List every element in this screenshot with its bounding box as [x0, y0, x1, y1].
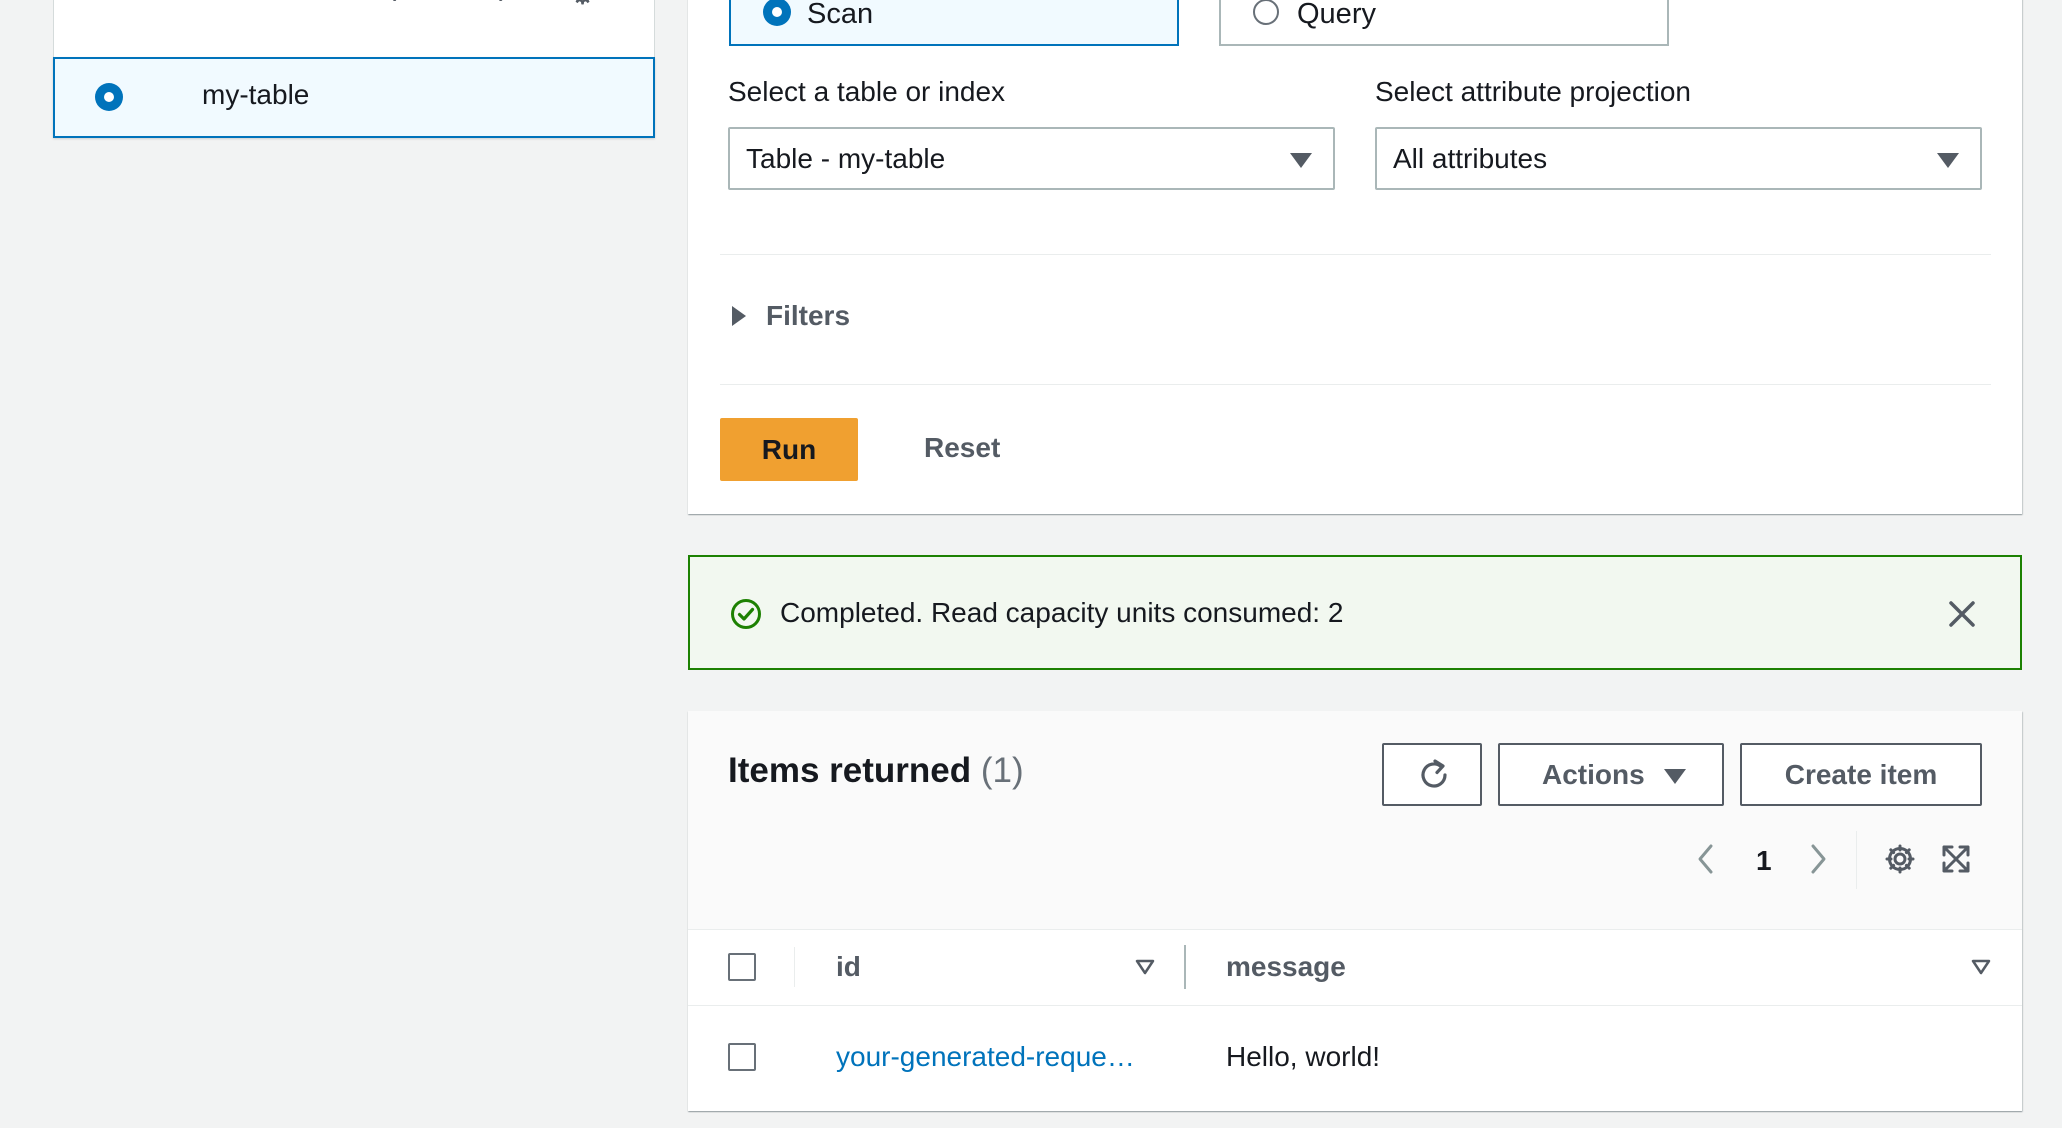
check-circle-icon [731, 599, 761, 629]
refresh-icon [1421, 759, 1447, 788]
caret-right-icon [732, 306, 746, 326]
scan-radio[interactable] [763, 0, 791, 26]
scan-label: Scan [807, 0, 874, 30]
close-icon[interactable] [1945, 597, 1979, 631]
refresh-button[interactable] [1382, 743, 1482, 806]
scan-query-panel: Scan Query Select a table or index Table… [688, 0, 2022, 514]
caret-down-icon [1664, 769, 1686, 784]
divider [720, 254, 1991, 255]
projection-select-value: All attributes [1393, 143, 1548, 174]
prev-page-icon[interactable]: ‹ [388, 0, 397, 10]
reset-button[interactable]: Reset [924, 432, 1000, 464]
table-select[interactable]: Table - my-table [728, 127, 1335, 190]
items-count: (1) [980, 751, 1024, 790]
settings-icon[interactable]: ⚙ [570, 0, 595, 11]
column-separator [794, 947, 795, 987]
filters-label: Filters [766, 300, 851, 331]
run-button[interactable]: Run [720, 418, 858, 481]
prev-page-icon[interactable] [1696, 843, 1716, 875]
projection-select-label: Select attribute projection [1375, 76, 1691, 107]
caret-down-icon [1290, 153, 1312, 168]
item-id-link[interactable]: your-generated-reque… [836, 1041, 1135, 1073]
query-radio[interactable] [1253, 0, 1279, 25]
items-title: Items returned (1) [728, 751, 1024, 791]
next-page-icon[interactable] [1808, 843, 1828, 875]
tables-panel-pagination: ‹ · › ⚙ [380, 0, 600, 11]
actions-dropdown[interactable]: Actions [1498, 743, 1724, 806]
flash-message: Completed. Read capacity units consumed:… [780, 597, 1344, 628]
table-select-label: Select a table or index [728, 76, 1006, 107]
items-returned-panel: Items returned (1) Actions Create item 1 [688, 711, 2022, 1111]
column-header-message[interactable]: message [1226, 951, 1346, 983]
fullscreen-icon[interactable] [1940, 843, 1972, 875]
page-number-partial: · [448, 0, 457, 10]
items-panel-header: Items returned (1) Actions Create item 1 [688, 711, 2022, 930]
table-select-value: Table - my-table [746, 143, 946, 174]
items-title-text: Items returned [728, 751, 972, 790]
pagination-separator [1856, 831, 1857, 889]
success-flash: Completed. Read capacity units consumed:… [688, 555, 2022, 670]
filters-expander[interactable]: Filters [728, 296, 878, 336]
sort-icon[interactable] [1135, 959, 1155, 975]
table-name: my-table [202, 79, 310, 110]
query-label: Query [1297, 0, 1376, 30]
column-resizer[interactable] [1184, 945, 1186, 989]
header-row-divider [688, 1005, 2022, 1006]
caret-down-icon [1937, 153, 1959, 168]
tables-panel [53, 0, 655, 58]
table-radio-selected[interactable] [95, 83, 123, 111]
row-checkbox[interactable] [728, 1043, 756, 1071]
divider [720, 384, 1991, 385]
actions-label: Actions [1542, 759, 1645, 790]
sort-icon[interactable] [1971, 959, 1991, 975]
create-item-button[interactable]: Create item [1740, 743, 1982, 806]
table-list-item[interactable]: my-table [53, 57, 655, 138]
scan-tile[interactable]: Scan [729, 0, 1179, 46]
page-number[interactable]: 1 [1756, 845, 1772, 877]
query-tile[interactable]: Query [1219, 0, 1669, 46]
select-all-checkbox[interactable] [728, 953, 756, 981]
projection-select[interactable]: All attributes [1375, 127, 1982, 190]
next-page-icon[interactable]: › [498, 0, 507, 10]
settings-icon[interactable] [1884, 843, 1916, 875]
item-message: Hello, world! [1226, 1041, 1381, 1072]
column-header-id[interactable]: id [836, 951, 861, 983]
